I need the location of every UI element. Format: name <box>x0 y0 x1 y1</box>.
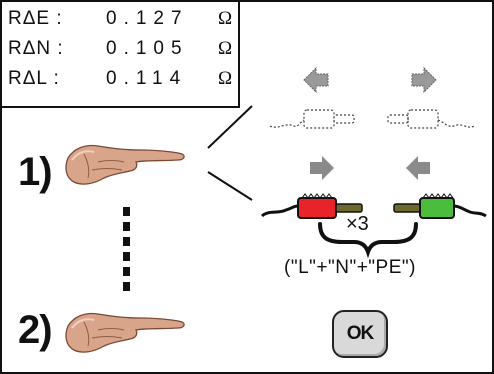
pointer-line-upper <box>207 105 253 149</box>
pointing-hand-icon <box>65 312 185 353</box>
ok-button-label: OK <box>346 323 374 344</box>
step-2-label: 2) <box>18 308 53 352</box>
ok-button[interactable]: OK <box>332 310 388 358</box>
green-test-clip <box>393 193 487 219</box>
step-sequence-dots <box>123 207 130 291</box>
pointing-hand-icon <box>65 144 185 185</box>
combination-label: ("L"+"N"+"PE") <box>284 257 416 278</box>
arrow-right-ghost-icon <box>411 66 437 94</box>
arrow-right-icon <box>310 156 334 180</box>
step-1-label: 1) <box>18 150 53 194</box>
repeat-count-label: ×3 <box>346 213 369 235</box>
instruction-illustration <box>65 66 487 353</box>
pointer-line-lower <box>207 171 253 201</box>
disconnected-clip-left <box>269 109 355 129</box>
instrument-screen: RΔE : 0.127 Ω RΔN : 0.105 Ω RΔL : 0.114 … <box>0 0 494 374</box>
arrow-left-icon <box>406 156 430 180</box>
disconnected-clip-right <box>387 109 475 129</box>
arrow-left-ghost-icon <box>303 66 329 94</box>
